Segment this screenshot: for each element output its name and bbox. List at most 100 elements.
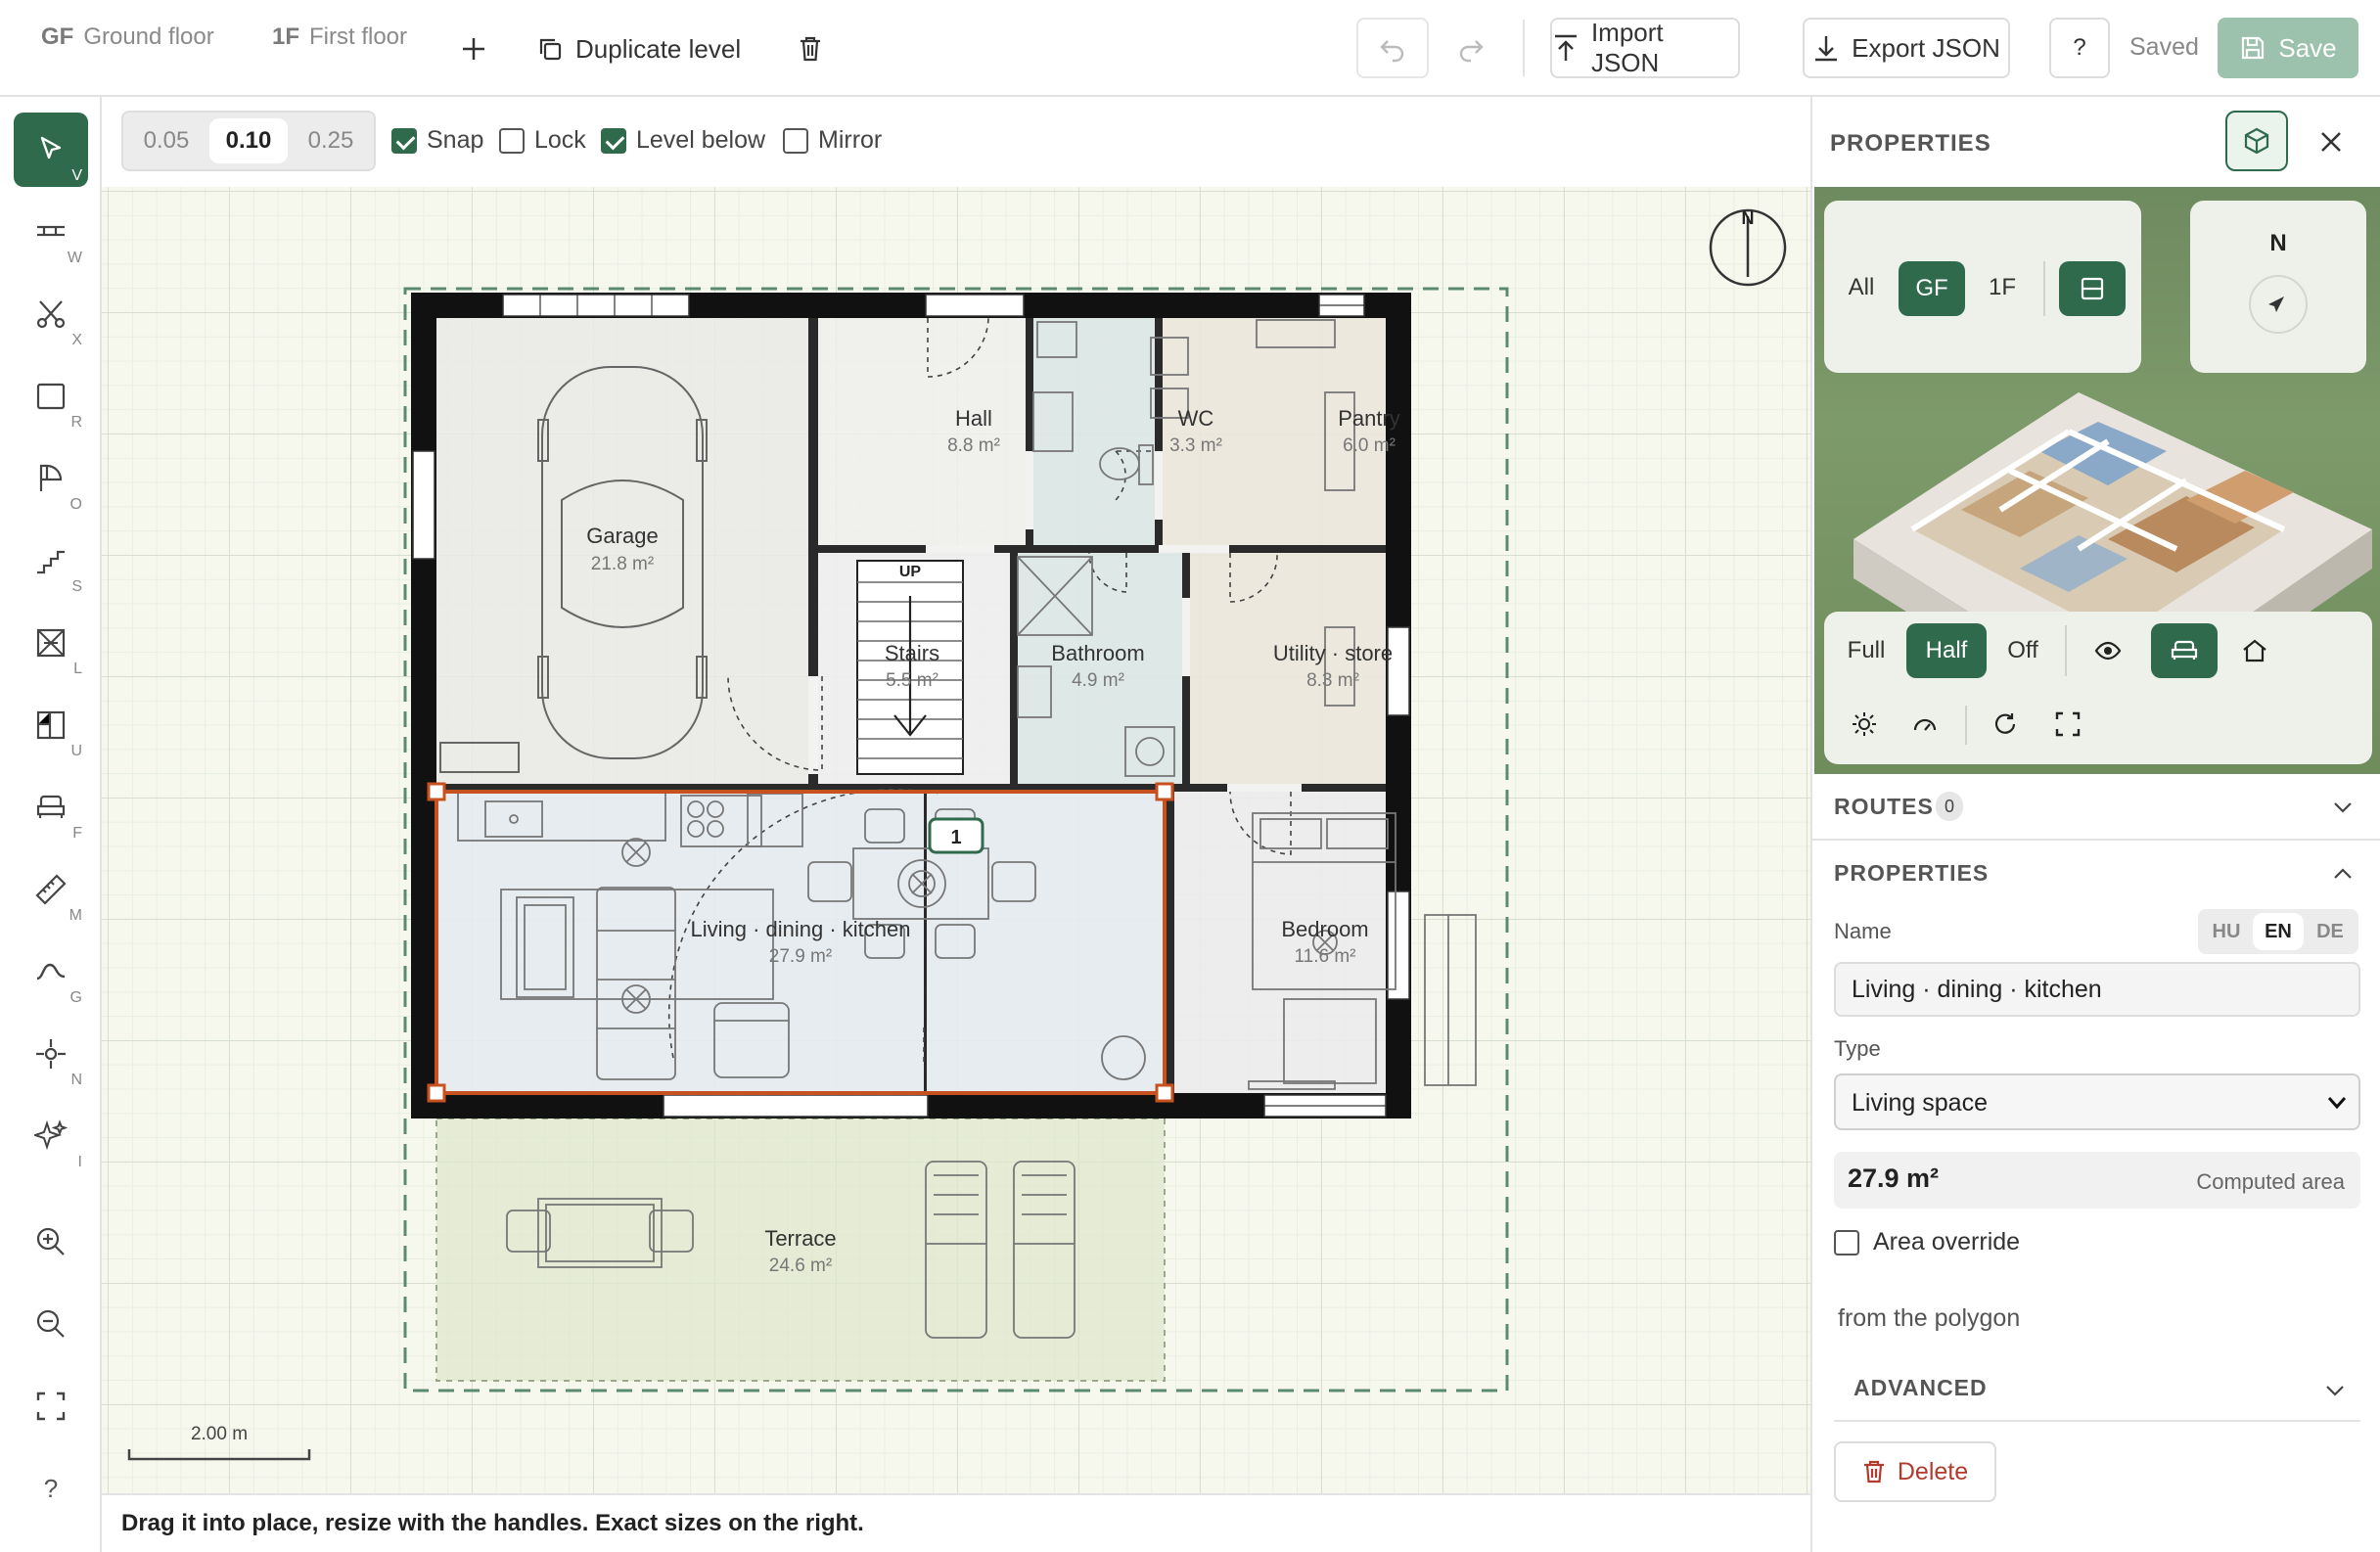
zoom-in-icon [36,1227,65,1255]
preview-level-1f[interactable]: 1F [1977,265,2028,310]
lock-checkbox[interactable] [499,127,525,154]
mirror-toggle[interactable]: Mirror [783,126,882,155]
3d-preview[interactable]: All GF 1F N Full Half Off [1814,187,2380,774]
wc-floor[interactable] [1033,318,1155,545]
help-button[interactable]: ? [2049,18,2110,78]
snap-checkbox[interactable] [391,127,417,154]
zoom-out-button[interactable] [14,1287,88,1361]
bathroom-floor[interactable] [1018,553,1182,784]
room-name-field[interactable] [1834,962,2360,1017]
level-tab-ground[interactable]: GF Ground floor [41,23,214,51]
zoom-in-button[interactable] [14,1205,88,1279]
grid-step-option[interactable]: 0.25 [292,118,370,163]
section-view-toggle[interactable] [2059,261,2126,316]
crosshair-icon [36,1039,66,1069]
tool-door[interactable]: O [14,441,88,516]
tool-window[interactable]: L [14,606,88,680]
lang-hu[interactable]: HU [2202,913,2251,950]
walls-half[interactable]: Half [1906,623,1987,678]
close-panel-button[interactable] [2311,122,2351,161]
room-name: Garage [586,524,658,548]
preview-level-gf[interactable]: GF [1899,261,1965,316]
tool-room[interactable]: R [14,359,88,434]
tool-ai[interactable]: I [14,1099,88,1173]
tool-select[interactable]: V [14,113,88,187]
utility-floor[interactable] [1190,553,1386,784]
tool-wall[interactable]: W [14,195,88,269]
delete-label: Delete [1897,1457,1969,1485]
pantry-floor[interactable] [1163,318,1386,545]
area-override-checkbox[interactable] [1834,1229,1859,1255]
room-type-select[interactable]: Living space [1834,1073,2360,1130]
save-button[interactable]: Save [2218,18,2358,78]
grid-step-group: 0.05 0.10 0.25 [121,111,376,171]
redo-button[interactable] [1439,18,1503,78]
speed-button[interactable] [1900,700,1949,749]
shortcut-key: O [69,496,82,513]
grid-step-option-selected[interactable]: 0.10 [209,118,288,163]
resize-handle[interactable] [1155,782,1174,801]
snap-toggle[interactable]: Snap [391,126,483,155]
living-floor[interactable] [436,792,1165,1093]
reset-view-button[interactable] [1981,700,2030,749]
tool-split[interactable]: X [14,277,88,351]
hall-floor[interactable] [818,318,1026,545]
export-json-button[interactable]: Export JSON [1803,18,2010,78]
walls-full[interactable]: Full [1834,623,1899,678]
delete-room-button[interactable]: Delete [1834,1441,1996,1502]
resize-handle[interactable] [427,1083,446,1103]
shortcuts-help-button[interactable]: ? [14,1451,88,1526]
area-override-toggle[interactable]: Area override [1834,1228,2020,1256]
3d-view-toggle[interactable] [2225,111,2288,171]
floor-plan-svg[interactable]: UP 1 Garage 21.8 m² Hall 8.8 m² WC 3.3 m… [102,187,1810,1493]
window-icon [36,628,66,658]
bedroom-floor[interactable] [1174,792,1386,1093]
preview-level-all[interactable]: All [1836,265,1887,310]
level-below-checkbox[interactable] [601,127,626,154]
lock-toggle[interactable]: Lock [499,126,586,155]
fit-view-button[interactable] [14,1369,88,1443]
lang-en[interactable]: EN [2253,913,2304,950]
properties-section-header[interactable]: PROPERTIES [1812,841,2380,907]
plan-canvas[interactable]: UP 1 Garage 21.8 m² Hall 8.8 m² WC 3.3 m… [102,187,1810,1493]
tool-furniture[interactable]: F [14,770,88,844]
room-area: 11.6 m² [1294,946,1355,967]
lighting-button[interactable] [1840,700,1889,749]
room-name: Pantry [1338,406,1400,431]
furniture-visibility-toggle[interactable] [2151,623,2218,678]
routes-section-header[interactable]: ROUTES 0 [1812,774,2380,841]
tool-measure[interactable]: M [14,852,88,927]
mirror-checkbox[interactable] [783,127,808,154]
area-override-label: Area override [1873,1228,2021,1255]
snap-label: Snap [427,126,484,154]
duplicate-level-button[interactable]: Duplicate level [536,27,741,70]
level-below-toggle[interactable]: Level below [601,126,765,155]
tool-cutout[interactable]: U [14,688,88,762]
room-name: Utility · store [1273,641,1393,665]
fullscreen-button[interactable] [2043,700,2092,749]
resize-handle[interactable] [427,782,446,801]
grid-step-option[interactable]: 0.05 [127,118,206,163]
import-json-button[interactable]: Import JSON [1550,18,1740,78]
north-dial[interactable] [2249,275,2308,334]
terrain-curve-icon [36,963,66,981]
redo-icon [1459,40,1484,63]
undo-button[interactable] [1356,18,1429,78]
delete-level-button[interactable] [793,29,828,68]
garage-floor[interactable] [436,318,808,784]
shortcut-key: I [77,1154,82,1170]
advanced-section-header[interactable]: ADVANCED [1834,1359,2360,1422]
add-level-button[interactable] [452,29,495,68]
visibility-toggle[interactable] [2081,623,2135,678]
walls-off[interactable]: Off [1992,623,2053,678]
shortcut-key: X [71,332,82,348]
resize-handle[interactable] [1155,1083,1174,1103]
lang-de[interactable]: DE [2306,913,2355,950]
roof-toggle[interactable] [2227,623,2282,678]
room-area: 5.5 m² [886,670,938,691]
level-tab-first[interactable]: 1F First floor [272,23,407,51]
routes-title: ROUTES [1834,794,1934,819]
tool-stairs[interactable]: S [14,524,88,598]
tool-terrain[interactable]: G [14,935,88,1009]
tool-north[interactable]: N [14,1017,88,1091]
